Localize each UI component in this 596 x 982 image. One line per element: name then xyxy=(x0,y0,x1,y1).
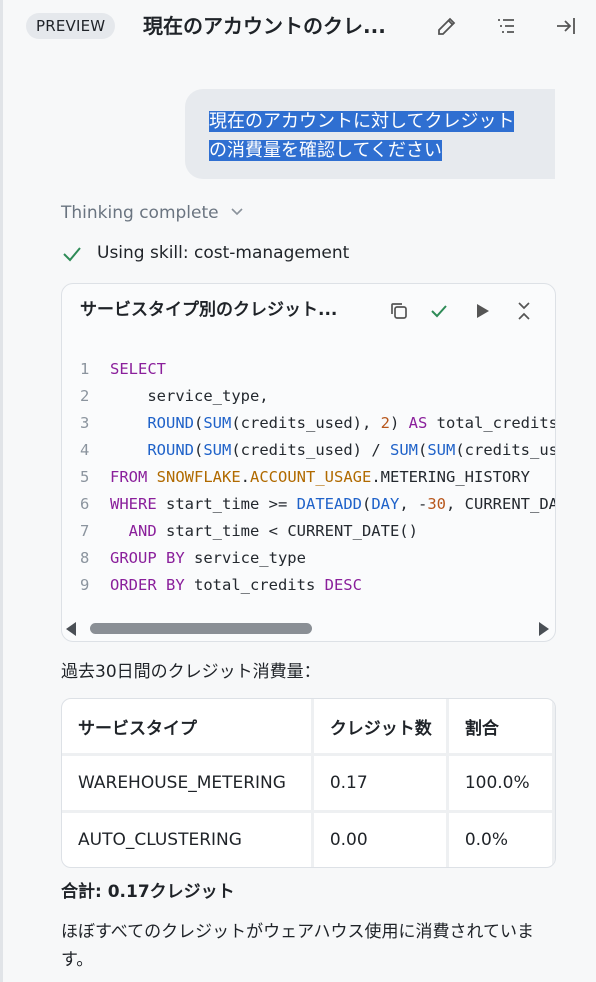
check-icon[interactable] xyxy=(428,300,450,322)
code-area[interactable]: 1 SELECT 2 service_type, 3 ROUND(SUM(cred… xyxy=(62,356,555,596)
edit-icon[interactable] xyxy=(435,14,459,38)
code-block-title: サービスタイプ別のクレジット... xyxy=(80,300,338,320)
table-row: WAREHOUSE_METERING 0.17 100.0% xyxy=(62,754,555,813)
panel-left-border xyxy=(0,0,3,982)
thinking-toggle[interactable]: Thinking complete xyxy=(61,201,244,225)
summary-description: ほぼすべてのクレジットがウェアハウス使用に消費されています。 xyxy=(61,922,534,970)
code-block: サービスタイプ別のクレジット... 1 SELECT 2 service_type… xyxy=(61,283,556,642)
check-icon xyxy=(63,247,81,262)
skill-label: Using skill: cost-management xyxy=(97,243,350,263)
collapse-panel-icon[interactable] xyxy=(554,14,578,38)
thinking-label: Thinking complete xyxy=(61,203,219,223)
table-header-row: サービスタイプ クレジット数 割合 xyxy=(62,699,555,756)
table-cell: AUTO_CLUSTERING xyxy=(62,811,314,867)
user-message-text: 現在のアカウントに対してクレジットの消費量を確認してください xyxy=(209,111,515,161)
table-cell: WAREHOUSE_METERING xyxy=(62,754,314,813)
preview-badge: PREVIEW xyxy=(26,13,116,39)
scroll-right-icon[interactable] xyxy=(539,622,549,636)
table-cell: 100.0% xyxy=(447,754,555,813)
column-header: クレジット数 xyxy=(312,699,449,756)
copy-icon[interactable] xyxy=(388,300,410,322)
table-cell: 0.00 xyxy=(312,811,449,867)
horizontal-scrollbar[interactable] xyxy=(62,616,555,640)
summary-heading: 過去30日間のクレジット消費量： xyxy=(61,662,321,682)
column-header: 割合 xyxy=(447,699,555,756)
table-cell: 0.17 xyxy=(312,754,449,813)
list-icon[interactable] xyxy=(494,14,518,38)
table-row: AUTO_CLUSTERING 0.00 0.0% xyxy=(62,811,555,867)
scrollbar-thumb[interactable] xyxy=(90,623,312,634)
run-icon[interactable] xyxy=(471,300,493,322)
header: PREVIEW 現在のアカウントのクレ... xyxy=(0,0,596,54)
collapse-icon[interactable] xyxy=(513,300,535,322)
page-title: 現在のアカウントのクレ... xyxy=(143,14,386,38)
table-cell: 0.0% xyxy=(447,811,555,867)
chevron-down-icon xyxy=(230,201,244,225)
total-credits: 合計: 0.17クレジット xyxy=(61,882,235,902)
scroll-left-icon[interactable] xyxy=(66,622,76,636)
column-header: サービスタイプ xyxy=(62,699,314,756)
credits-table: サービスタイプ クレジット数 割合 WAREHOUSE_METERING 0.1… xyxy=(61,698,556,868)
user-message-bubble: 現在のアカウントに対してクレジットの消費量を確認してください xyxy=(185,89,555,179)
